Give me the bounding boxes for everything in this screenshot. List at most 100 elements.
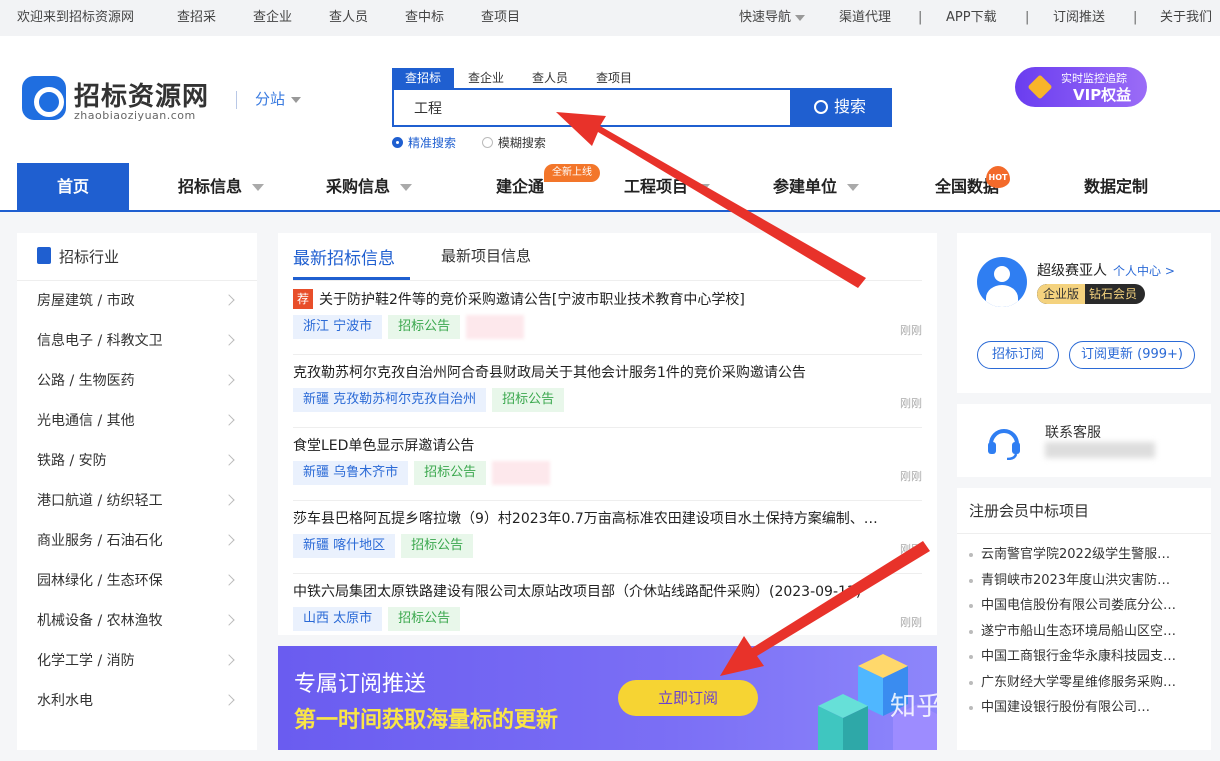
- type-tag[interactable]: 招标公告: [388, 315, 461, 339]
- industry-item[interactable]: 铁路 / 安防: [17, 441, 257, 481]
- nav-jianqitong[interactable]: 建企通: [496, 163, 544, 211]
- industry-item[interactable]: 机械设备 / 农林渔牧: [17, 601, 257, 641]
- top-link-subscribe-push[interactable]: 订阅推送: [1053, 0, 1105, 36]
- chevron-down-icon: [795, 14, 806, 21]
- hot-badge: HOT: [986, 166, 1010, 188]
- quick-nav-dropdown[interactable]: 快速导航: [739, 0, 806, 36]
- type-tag[interactable]: 招标公告: [388, 607, 461, 631]
- nav-tender-info[interactable]: 招标信息: [178, 163, 265, 211]
- region-tag[interactable]: 山西 太原市: [293, 607, 383, 631]
- list-item-title[interactable]: 荐关于防护鞋2件等的竞价采购邀请公告[宁波市职业技术教育中心学校]: [293, 289, 913, 310]
- top-link-winning[interactable]: 查中标: [405, 0, 444, 36]
- region-tag[interactable]: 新疆 克孜勒苏柯尔克孜自治州: [293, 388, 487, 412]
- region-tag[interactable]: 新疆 喀什地区: [293, 534, 396, 558]
- search-tab-project[interactable]: 查项目: [596, 68, 632, 88]
- personal-center-link[interactable]: 个人中心 >: [1113, 264, 1175, 278]
- top-link-app-download[interactable]: APP下载: [946, 0, 997, 36]
- list-item[interactable]: 克孜勒苏柯尔克孜自治州阿合奇县财政局关于其他会计服务1件的竞价采购邀请公告 新疆…: [293, 355, 922, 428]
- type-tag[interactable]: 招标公告: [414, 461, 487, 485]
- list-item-title[interactable]: 莎车县巴格阿瓦提乡喀拉墩（9）村2023年0.7万亩高标准农田建设项目水土保持方…: [293, 508, 913, 528]
- list-item-title[interactable]: 中铁六局集团太原铁路建设有限公司太原站改项目部（介休站线路配件采购）(2023-…: [293, 581, 913, 601]
- user-card: 超级赛亚人 个人中心 > 企业版 钻石会员 招标订阅 订阅更新 (999+): [957, 233, 1211, 393]
- list-item[interactable]: 莎车县巴格阿瓦提乡喀拉墩（9）村2023年0.7万亩高标准农田建设项目水土保持方…: [293, 501, 922, 574]
- tab-latest-projects[interactable]: 最新项目信息: [441, 245, 531, 266]
- tender-subscribe-button[interactable]: 招标订阅: [977, 341, 1059, 369]
- subscription-banner[interactable]: 专属订阅推送 第一时间获取海量标的更新 立即订阅 知乎 @招标资源网: [278, 646, 937, 750]
- nav-data-custom[interactable]: 数据定制: [1084, 163, 1148, 211]
- subscription-updates-button[interactable]: 订阅更新 (999+): [1069, 341, 1195, 369]
- search-box: 搜索: [392, 88, 892, 127]
- list-item[interactable]: 荐关于防护鞋2件等的竞价采购邀请公告[宁波市职业技术教育中心学校] 浙江 宁波市…: [293, 282, 922, 355]
- site-logo[interactable]: 招标资源网 zhaobiaoziyuan.com: [22, 76, 212, 126]
- list-item[interactable]: 青铜峡市2023年度山洪灾害防…: [957, 568, 1207, 594]
- type-tag[interactable]: 招标公告: [401, 534, 474, 558]
- list-item-tags: 山西 太原市 招标公告: [293, 607, 466, 631]
- industry-panel-title: 招标行业: [59, 248, 120, 266]
- precise-search-option[interactable]: 精准搜索: [392, 136, 456, 150]
- redacted-tag: [492, 461, 551, 485]
- avatar[interactable]: [977, 257, 1027, 307]
- chevron-down-icon: [698, 184, 711, 191]
- precise-search-label: 精准搜索: [408, 136, 457, 150]
- industry-item[interactable]: 港口航道 / 纺织轻工: [17, 481, 257, 521]
- logo-domain: zhaobiaoziyuan.com: [74, 109, 196, 122]
- region-tag[interactable]: 浙江 宁波市: [293, 315, 383, 339]
- nav-home[interactable]: 首页: [17, 163, 129, 211]
- industry-item[interactable]: 园林绿化 / 生态环保: [17, 561, 257, 601]
- list-item[interactable]: 中国工商银行金华永康科技园支…: [957, 644, 1207, 670]
- industry-item[interactable]: 房屋建筑 / 市政: [17, 281, 257, 321]
- industry-panel: 招标行业 房屋建筑 / 市政 信息电子 / 科教文卫 公路 / 生物医药 光电通…: [17, 233, 257, 750]
- winning-projects-list: 云南警官学院2022级学生警服… 青铜峡市2023年度山洪灾害防… 中国电信股份…: [957, 534, 1211, 721]
- fuzzy-search-option[interactable]: 模糊搜索: [481, 136, 546, 150]
- search-tab-company[interactable]: 查企业: [468, 68, 504, 88]
- membership-badge: 企业版 钻石会员: [1037, 284, 1146, 304]
- top-link-company[interactable]: 查企业: [253, 0, 292, 36]
- list-item[interactable]: 遂宁市船山生态环境局船山区空…: [957, 619, 1207, 645]
- chevron-down-icon: [847, 184, 860, 191]
- industry-item[interactable]: 光电通信 / 其他: [17, 401, 257, 441]
- nav-participating-units[interactable]: 参建单位: [773, 163, 860, 211]
- nav-purchase-info[interactable]: 采购信息: [326, 163, 413, 211]
- list-item-time: 刚刚: [900, 616, 922, 629]
- top-link-about[interactable]: 关于我们: [1160, 0, 1212, 36]
- type-tag[interactable]: 招标公告: [492, 388, 565, 412]
- search-button[interactable]: 搜索: [790, 90, 890, 125]
- list-item[interactable]: 食堂LED单色显示屏邀请公告 新疆 乌鲁木齐市 招标公告 刚刚: [293, 428, 922, 501]
- top-link-project[interactable]: 查项目: [481, 0, 520, 36]
- list-item[interactable]: 云南警官学院2022级学生警服…: [957, 542, 1207, 568]
- vip-label: VIP权益: [1073, 86, 1132, 104]
- vip-benefits-button[interactable]: 实时监控追踪 VIP权益: [1015, 67, 1147, 107]
- top-link-agent[interactable]: 渠道代理: [839, 0, 891, 36]
- radio-checked-icon: [392, 137, 403, 148]
- search-input[interactable]: [394, 90, 792, 125]
- main-nav: 首页 招标信息 采购信息 建企通 全新上线 工程项目 参建单位 全国数据 HOT…: [0, 160, 1220, 212]
- list-item[interactable]: 中国建设银行股份有限公司…: [957, 695, 1207, 721]
- list-item[interactable]: 广东财经大学零星维修服务采购…: [957, 670, 1207, 696]
- nav-engineering-projects[interactable]: 工程项目: [624, 163, 711, 211]
- search-icon: [813, 99, 828, 114]
- top-link-tender[interactable]: 查招采: [177, 0, 216, 36]
- industry-item[interactable]: 水利水电: [17, 681, 257, 721]
- customer-service-card[interactable]: 联系客服: [957, 404, 1211, 477]
- search-tab-person[interactable]: 查人员: [532, 68, 568, 88]
- subscribe-now-button[interactable]: 立即订阅: [618, 680, 758, 716]
- search-tab-tender[interactable]: 查招标: [392, 68, 454, 88]
- region-tag[interactable]: 新疆 乌鲁木齐市: [293, 461, 409, 485]
- list-item[interactable]: 中国电信股份有限公司娄底分公…: [957, 593, 1207, 619]
- banner-subtitle: 第一时间获取海量标的更新: [294, 708, 559, 733]
- industry-item[interactable]: 公路 / 生物医药: [17, 361, 257, 401]
- top-link-person[interactable]: 查人员: [329, 0, 368, 36]
- list-item-title[interactable]: 食堂LED单色显示屏邀请公告: [293, 435, 913, 455]
- industry-item[interactable]: 信息电子 / 科教文卫: [17, 321, 257, 361]
- tab-latest-tenders[interactable]: 最新招标信息: [293, 244, 395, 269]
- logo-icon: [22, 76, 66, 120]
- fuzzy-search-label: 模糊搜索: [497, 136, 546, 150]
- substation-dropdown[interactable]: 分站: [236, 88, 302, 109]
- redacted-tag: [466, 315, 525, 339]
- substation-label: 分站: [255, 90, 286, 108]
- list-item-title[interactable]: 克孜勒苏柯尔克孜自治州阿合奇县财政局关于其他会计服务1件的竞价采购邀请公告: [293, 362, 913, 382]
- nav-label: 工程项目: [624, 177, 689, 196]
- industry-item[interactable]: 化学工学 / 消防: [17, 641, 257, 681]
- list-item[interactable]: 中铁六局集团太原铁路建设有限公司太原站改项目部（介休站线路配件采购）(2023-…: [293, 574, 922, 634]
- industry-item[interactable]: 商业服务 / 石油石化: [17, 521, 257, 561]
